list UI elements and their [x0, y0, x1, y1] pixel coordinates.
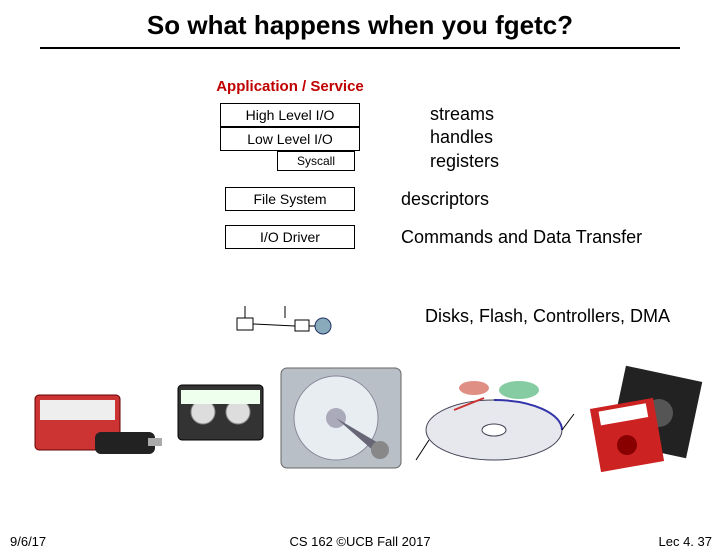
floppy-image [587, 355, 707, 475]
platter-diagram-image [414, 350, 579, 480]
file-system-box: File System [225, 187, 355, 211]
slide-title: So what happens when you fgetc? [0, 0, 720, 41]
commands-label: Commands and Data Transfer [401, 227, 642, 248]
application-service-label: Application / Service [200, 78, 380, 95]
hardware-images-row [30, 340, 710, 490]
low-level-io-box: Low Level I/O [220, 127, 360, 151]
io-driver-box: I/O Driver [225, 225, 355, 249]
footer-lecture-number: Lec 4. 37 [659, 534, 713, 549]
hardware-label: Disks, Flash, Controllers, DMA [425, 306, 670, 327]
streams-label: streams [430, 104, 499, 125]
title-underline [40, 47, 680, 49]
high-level-io-box: High Level I/O [220, 103, 360, 127]
ssd-image [30, 360, 165, 470]
footer-course: CS 162 ©UCB Fall 2017 [0, 534, 720, 549]
io-stack: Application / Service High Level I/O Low… [200, 78, 700, 251]
tape-image [173, 370, 268, 460]
registers-label: registers [430, 151, 499, 172]
hardware-row: Disks, Flash, Controllers, DMA [215, 306, 670, 336]
hardware-connector-icon [215, 306, 375, 336]
syscall-box: Syscall [277, 151, 355, 171]
hard-disk-image [276, 358, 406, 473]
handles-label: handles [430, 127, 499, 148]
descriptors-label: descriptors [401, 189, 489, 210]
